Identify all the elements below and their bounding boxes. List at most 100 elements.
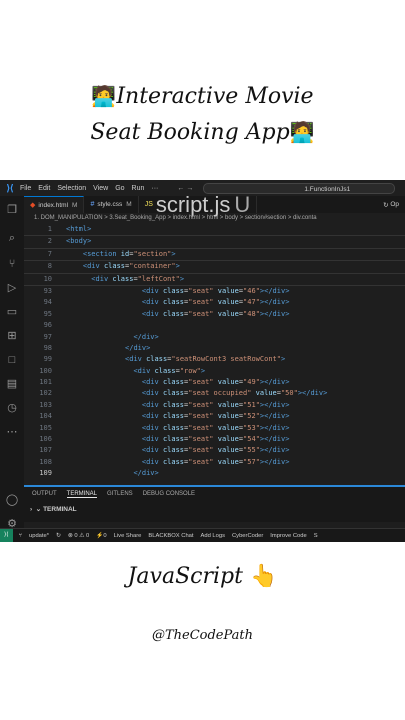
code-line[interactable]: 8 <div class="container"> [24, 261, 405, 274]
status-live-share[interactable]: Live Share [114, 533, 142, 539]
menu-edit[interactable]: Edit [38, 185, 50, 192]
code-text: <div class="seat" value="48"></div> [141, 309, 290, 318]
menu-view[interactable]: View [93, 185, 108, 192]
code-line[interactable]: 1 <html> [24, 224, 405, 237]
code-line[interactable]: 106 <div class="seat" value="54"></div> [24, 434, 405, 445]
status-sync[interactable]: ↻ [56, 533, 61, 539]
status-branch[interactable]: update* [29, 533, 49, 539]
code-line[interactable]: 104 <div class="seat" value="52"></div> [24, 411, 405, 422]
command-center[interactable]: 1.FunctionInJs1 [203, 182, 396, 194]
code-line[interactable]: 98 </div> [24, 343, 405, 354]
code-text: </div> [133, 469, 159, 478]
panel-tab-gitlens[interactable]: GITLENS [107, 491, 133, 497]
code-line[interactable]: 103 <div class="seat" value="51"></div> [24, 400, 405, 411]
menu-file[interactable]: File [20, 185, 31, 192]
title-text-2: Seat Booking App [90, 120, 290, 145]
technologist-emoji: 🧑‍💻 [91, 84, 117, 108]
channel-handle: @TheCodePath [151, 628, 254, 643]
tab-index-html[interactable]: ◆ index.html M [24, 196, 85, 213]
js-file-icon: JS [144, 201, 153, 208]
status-cybercoder[interactable]: CyberCoder [232, 533, 263, 539]
status-extra[interactable]: S [314, 533, 318, 539]
code-line[interactable]: 94 <div class="seat" value="47"></div> [24, 297, 405, 308]
account-icon[interactable]: ◯ [4, 492, 20, 508]
terminal-label: TERMINAL [43, 506, 77, 513]
title-text-1: Interactive Movie [116, 84, 314, 109]
code-text: <div class="seat" value="51"></div> [141, 400, 290, 409]
timeline-icon[interactable]: ◷ [4, 400, 20, 416]
line-number: 10 [43, 274, 52, 283]
more-icon[interactable]: ⋯ [4, 424, 20, 440]
code-line[interactable]: 93 <div class="seat" value="46"></div> [24, 286, 405, 297]
code-text: </div> [125, 343, 151, 352]
chevron-down-icon: ⌄ [35, 506, 42, 513]
code-text: <div class="seat" value="47"></div> [141, 298, 290, 307]
menu-more[interactable]: ··· [151, 185, 158, 192]
line-number: 93 [43, 286, 52, 295]
code-line[interactable]: 97 </div> [24, 332, 405, 343]
code-text: <div class="leftCont"> [91, 274, 185, 283]
source-control-icon[interactable]: ⑂ [4, 256, 20, 272]
panel-tab-output[interactable]: OUTPUT [32, 491, 57, 497]
code-line[interactable]: 100 <div class="row"> [24, 366, 405, 377]
folder-icon[interactable]: ▤ [4, 376, 20, 392]
code-text: <html> [66, 225, 92, 233]
code-line[interactable]: 109 </div> [24, 468, 405, 479]
bottom-panel: OUTPUT TERMINAL GITLENS DEBUG CONSOLE › … [24, 485, 405, 522]
tab-script-js[interactable]: JS script.js U [139, 192, 258, 217]
menu-run[interactable]: Run [132, 185, 145, 192]
status-ports[interactable]: ⚡0 [96, 533, 106, 539]
open-preview-button[interactable]: ↻ Op [377, 196, 405, 213]
code-line[interactable]: 99 <div class="seatRowCont3 seatRowCont"… [24, 354, 405, 365]
status-add-logs[interactable]: Add Logs [201, 533, 226, 539]
testing-icon[interactable]: □ [4, 352, 20, 368]
vscode-window: ⟩⟨ File Edit Selection View Go Run ··· ←… [0, 180, 405, 542]
line-number: 2 [47, 237, 52, 246]
chevron-right-icon: › [30, 506, 33, 513]
command-center-text: 1.FunctionInJs1 [304, 185, 351, 193]
code-line[interactable]: 2 <body> [24, 236, 405, 249]
code-text: <div class="seat" value="53"></div> [141, 423, 290, 432]
code-line[interactable]: 108 <div class="seat" value="57"></div> [24, 457, 405, 468]
code-line[interactable]: 107 <div class="seat" value="55"></div> [24, 445, 405, 456]
terminal-section[interactable]: › ⌄ TERMINAL [24, 505, 405, 513]
breadcrumb[interactable]: 1. DOM_MANIPULATION > 3.Seat_Booking_App… [24, 213, 405, 224]
run-debug-icon[interactable]: ▷ [4, 280, 20, 296]
menu-go[interactable]: Go [115, 185, 124, 192]
code-text: <div class="seat occupied" value="50"></… [141, 389, 328, 398]
code-line[interactable]: 105 <div class="seat" value="53"></div> [24, 423, 405, 434]
explorer-icon[interactable]: ❐ [4, 202, 20, 218]
line-number: 109 [39, 469, 52, 478]
tab-style-css[interactable]: # style.css M [84, 196, 139, 213]
tab-modified-mark: M [126, 201, 132, 208]
nav-arrows[interactable]: ← → [177, 185, 193, 192]
code-line[interactable]: 7 <section id="section"> [24, 248, 405, 262]
code-text: <div class="seat" value="57"></div> [141, 457, 290, 466]
status-improve-code[interactable]: Improve Code [270, 533, 306, 539]
panel-tab-terminal[interactable]: TERMINAL [66, 491, 98, 498]
code-line[interactable]: 102 <div class="seat occupied" value="50… [24, 388, 405, 399]
panel-tab-debug-console[interactable]: DEBUG CONSOLE [143, 491, 195, 497]
code-text: <div class="seat" value="54"></div> [141, 435, 290, 444]
video-title-line1: 🧑‍💻Interactive Movie [0, 84, 405, 109]
status-blackbox[interactable]: BLACKBOX Chat [148, 533, 193, 539]
code-editor[interactable]: 1 <html> 2 <body> 7 <section id="section"> 8 … [24, 224, 405, 480]
line-number: 98 [43, 343, 52, 352]
line-number: 105 [39, 423, 52, 432]
menu-selection[interactable]: Selection [57, 185, 86, 192]
open-label: Op [390, 201, 399, 208]
remote-indicator[interactable]: ⟩⟨ [0, 529, 13, 542]
line-number: 101 [39, 378, 52, 387]
search-icon[interactable]: ⌕ [4, 230, 20, 246]
remote-explorer-icon[interactable]: ▭ [4, 304, 20, 320]
code-line[interactable]: 10 <div class="leftCont"> [24, 273, 405, 286]
code-line[interactable]: 101 <div class="seat" value="49"></div> [24, 377, 405, 388]
status-problems[interactable]: ⊗ 0 ⚠ 0 [68, 533, 89, 539]
line-number: 96 [43, 321, 52, 330]
extensions-icon[interactable]: ⊞ [4, 328, 20, 344]
line-number: 94 [43, 298, 52, 307]
line-number: 100 [39, 366, 52, 375]
code-text: <div class="seat" value="46"></div> [141, 286, 290, 295]
code-line[interactable]: 96 [24, 320, 405, 331]
code-line[interactable]: 95 <div class="seat" value="48"></div> [24, 309, 405, 320]
